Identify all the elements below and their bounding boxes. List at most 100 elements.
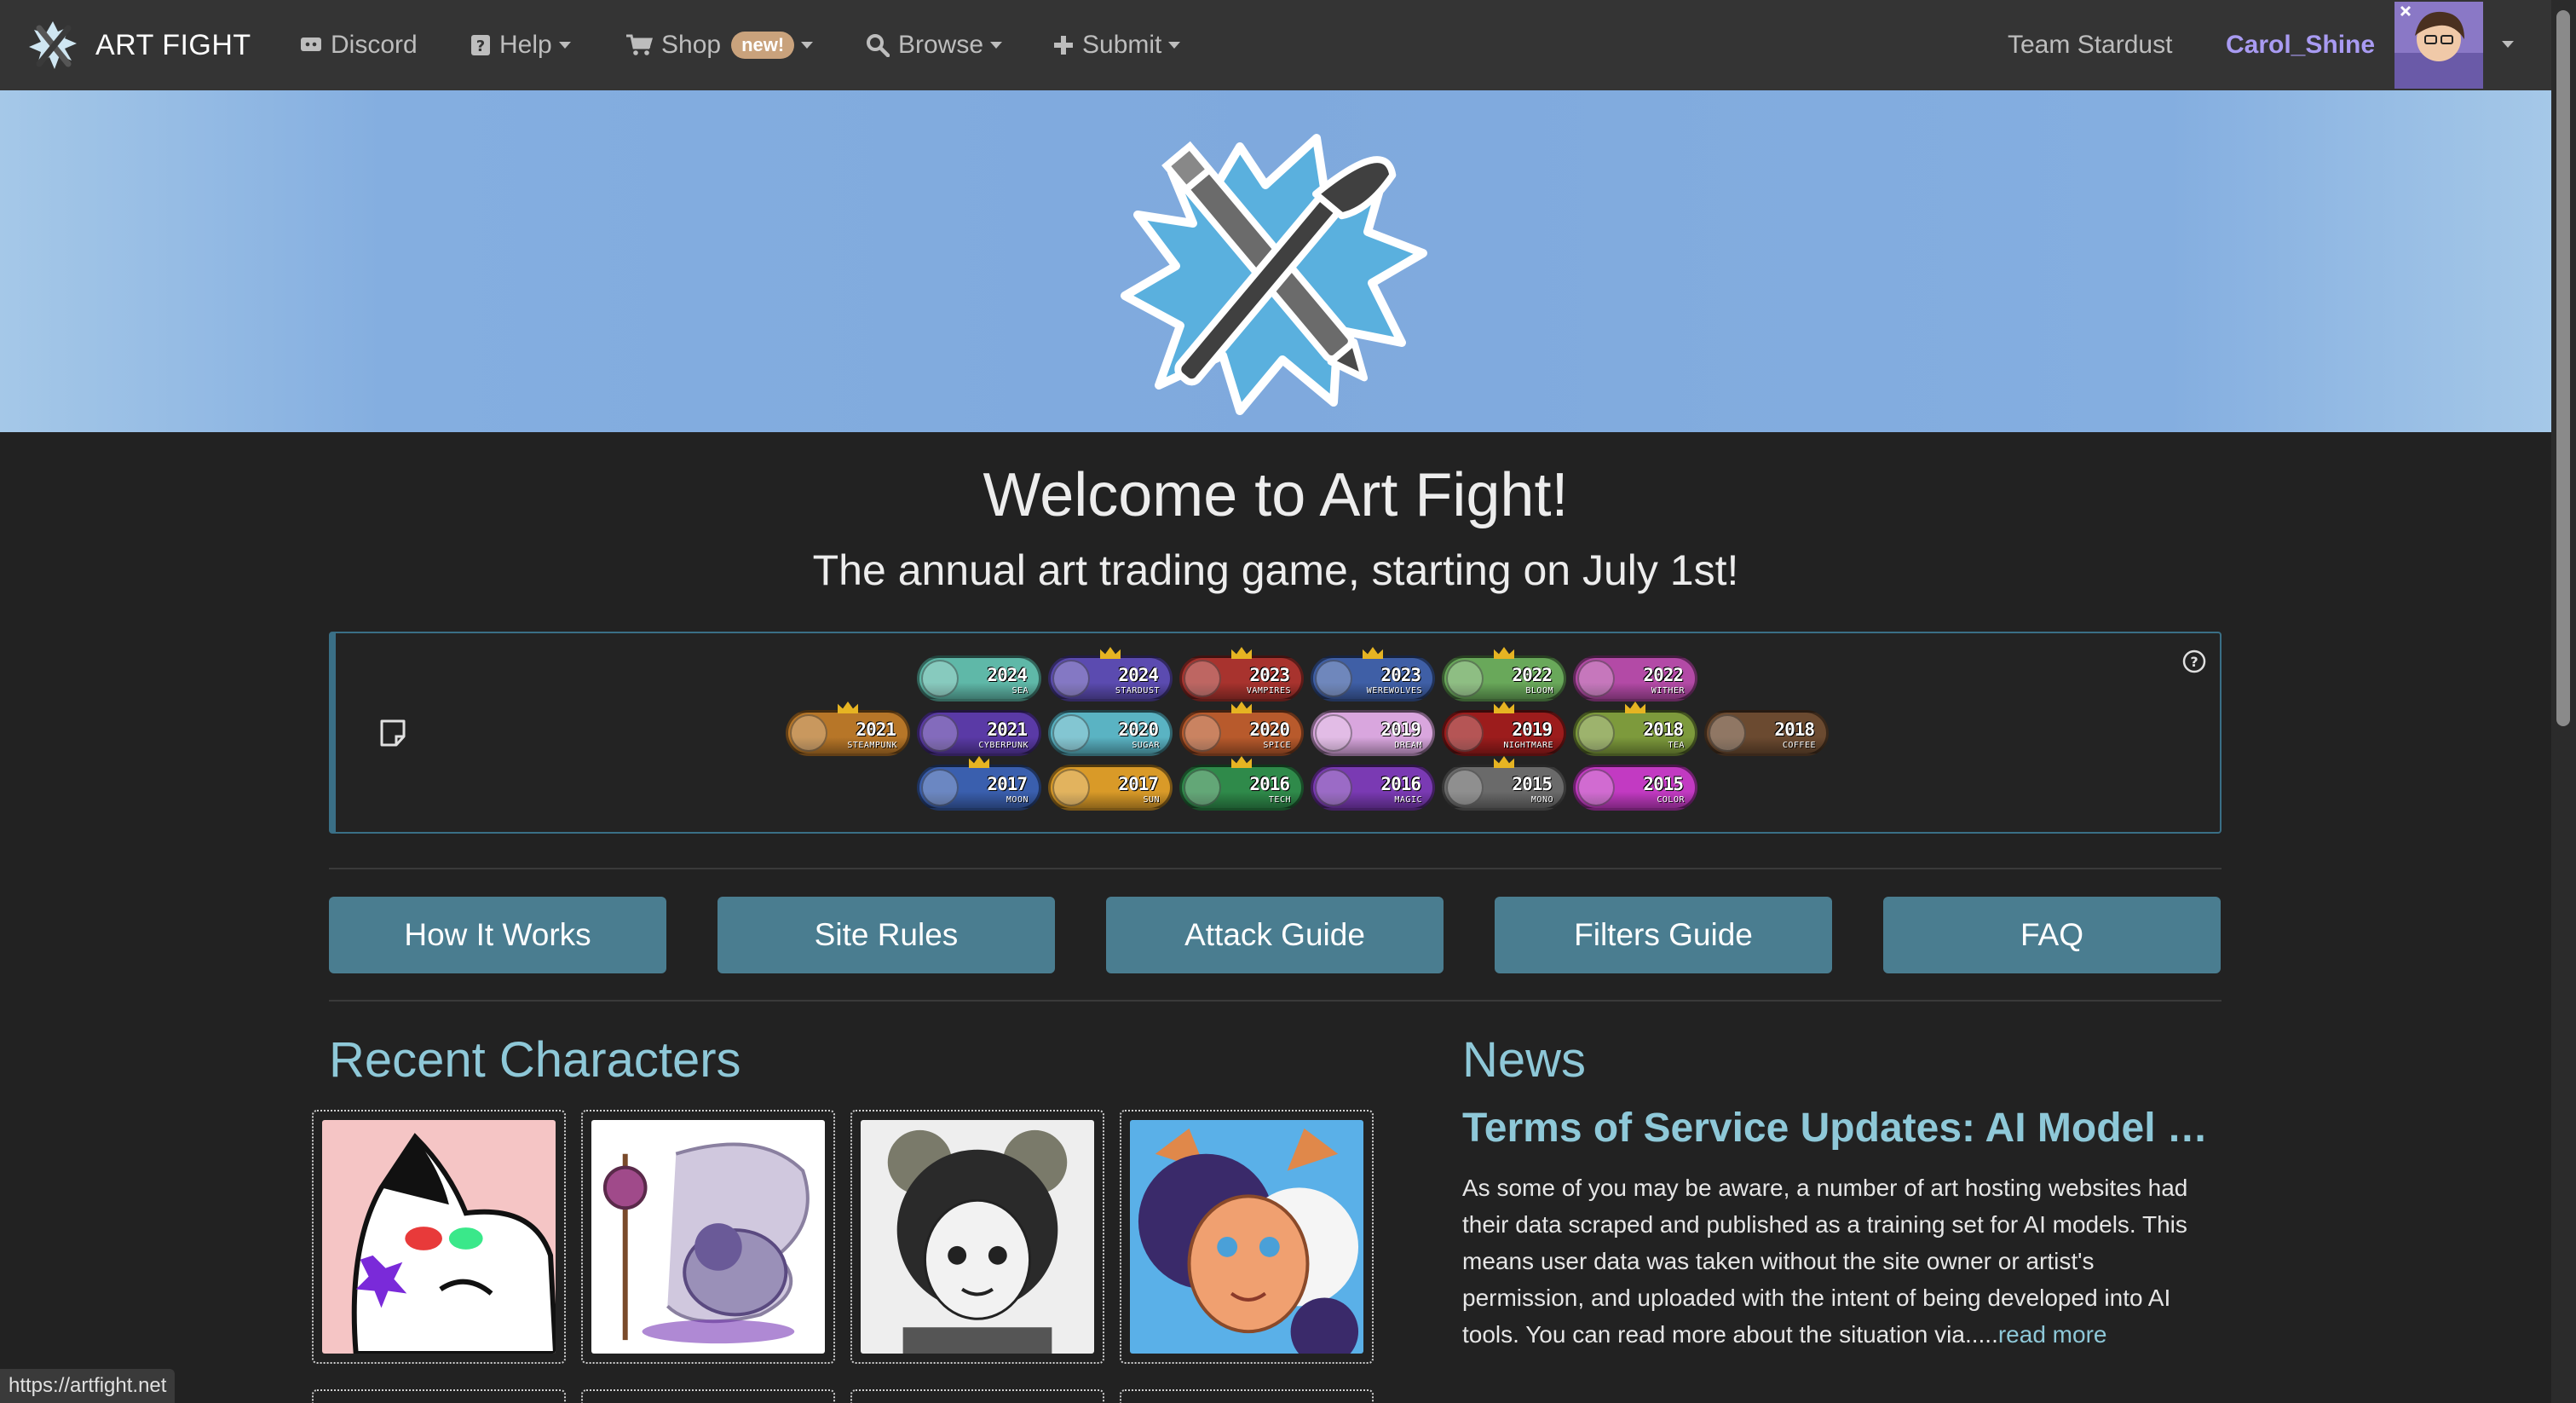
badge-team-name: Tech xyxy=(1268,795,1291,805)
badge-team-name: Vampires xyxy=(1246,686,1291,696)
badge-team-name: Magic xyxy=(1394,795,1422,805)
badge-year: 2017 xyxy=(1118,774,1159,794)
badge-team-name: Cyberpunk xyxy=(978,741,1029,750)
brand-name: ART FIGHT xyxy=(95,28,251,61)
nav-submit[interactable]: Submit xyxy=(1053,0,1181,90)
crown-icon xyxy=(1231,647,1252,659)
brand-link[interactable]: ART FIGHT xyxy=(26,18,251,72)
badge-row: 2021 Steampunk 2021 Cyberpunk 2020 Sugar 2020 S… xyxy=(786,702,1829,756)
badge-emblem-icon xyxy=(1577,769,1615,806)
username-link[interactable]: Carol_Shine xyxy=(2226,0,2375,90)
nav-help[interactable]: ? Help xyxy=(470,0,571,90)
attack-guide-button[interactable]: Attack Guide xyxy=(1106,897,1444,973)
badge-emblem-icon xyxy=(1184,769,1221,806)
badge-team-name: Moon xyxy=(1006,795,1029,805)
news-heading: News xyxy=(1462,1032,1587,1088)
badge-year: 2022 xyxy=(1643,665,1684,685)
crown-icon xyxy=(1363,647,1383,659)
event-badge[interactable]: 2015 Color xyxy=(1573,765,1697,811)
badge-emblem-icon xyxy=(1184,714,1221,752)
avatar[interactable] xyxy=(2394,2,2483,89)
character-card[interactable] xyxy=(581,1110,835,1364)
scrollbar-thumb[interactable] xyxy=(2556,10,2570,726)
badge-team-name: Bloom xyxy=(1525,686,1553,696)
event-badge[interactable]: 2016 Tech xyxy=(1179,756,1304,811)
character-card[interactable] xyxy=(581,1389,835,1403)
badge-year: 2019 xyxy=(1512,719,1553,740)
event-badge[interactable]: 2019 Dream xyxy=(1311,710,1435,756)
badge-emblem-icon xyxy=(1052,660,1090,697)
character-card[interactable] xyxy=(312,1389,566,1403)
nav-help-label: Help xyxy=(499,31,552,59)
badge-emblem-icon xyxy=(1184,660,1221,697)
how-it-works-button[interactable]: How It Works xyxy=(329,897,666,973)
event-badge[interactable]: 2018 Tea xyxy=(1573,702,1697,756)
badge-year: 2023 xyxy=(1380,665,1421,685)
event-badge[interactable]: 2020 Spice xyxy=(1179,702,1304,756)
badge-team-name: Werewolves xyxy=(1366,686,1422,696)
badge-team-name: Dream xyxy=(1394,741,1422,750)
nav-discord[interactable]: Discord xyxy=(300,0,418,90)
crown-icon xyxy=(1100,647,1121,659)
read-more-link[interactable]: read more xyxy=(1998,1321,2107,1348)
character-thumbnail xyxy=(861,1120,1094,1354)
character-card[interactable] xyxy=(850,1389,1104,1403)
badge-team-name: Tea xyxy=(1668,741,1685,750)
badge-team-name: Spice xyxy=(1263,741,1291,750)
character-card[interactable] xyxy=(850,1110,1104,1364)
site-rules-button[interactable]: Site Rules xyxy=(717,897,1055,973)
event-badge[interactable]: 2018 Coffee xyxy=(1704,710,1829,756)
character-card[interactable] xyxy=(1120,1389,1374,1403)
event-badge[interactable]: 2020 Sugar xyxy=(1048,710,1173,756)
event-badge[interactable]: 2023 Werewolves xyxy=(1311,647,1435,702)
badge-year: 2024 xyxy=(987,665,1028,685)
page-title: Welcome to Art Fight! xyxy=(983,461,1569,529)
art-fight-emblem-icon xyxy=(1121,134,1427,415)
crown-icon xyxy=(1231,756,1252,768)
chevron-down-icon xyxy=(1168,42,1181,49)
badge-team-name: Steampunk xyxy=(847,741,897,750)
event-badge[interactable]: 2021 Steampunk xyxy=(786,702,910,756)
news-post-title[interactable]: Terms of Service Updates: AI Model Tr... xyxy=(1462,1105,2212,1152)
event-badge[interactable]: 2022 Wither xyxy=(1573,655,1697,702)
event-badge[interactable]: 2021 Cyberpunk xyxy=(917,710,1041,756)
team-link[interactable]: Team Stardust xyxy=(2008,0,2172,90)
character-card[interactable] xyxy=(1120,1110,1374,1365)
event-badge[interactable]: 2022 Bloom xyxy=(1442,647,1566,702)
badge-emblem-icon xyxy=(921,769,959,806)
badge-emblem-icon xyxy=(790,714,827,752)
event-badge[interactable]: 2024 Stardust xyxy=(1048,647,1173,702)
event-badge[interactable]: 2019 Nightmare xyxy=(1442,702,1566,756)
new-badge: new! xyxy=(731,32,795,59)
news-post-body: As some of you may be aware, a number of… xyxy=(1462,1169,2212,1353)
user-menu-chevron-icon[interactable] xyxy=(2502,41,2514,48)
badge-emblem-icon xyxy=(921,714,959,752)
divider xyxy=(329,1000,2222,1002)
crown-icon xyxy=(838,702,858,713)
nav-browse[interactable]: Browse xyxy=(866,0,1003,90)
badge-team-name: Sea xyxy=(1011,686,1029,696)
badge-team-name: Sun xyxy=(1143,795,1160,805)
badge-year: 2021 xyxy=(987,719,1028,740)
event-badge[interactable]: 2017 Moon xyxy=(917,756,1041,811)
event-badge[interactable]: 2016 Magic xyxy=(1311,765,1435,811)
event-badge[interactable]: 2017 Sun xyxy=(1048,765,1173,811)
chevron-down-icon xyxy=(990,42,1003,49)
filters-guide-button[interactable]: Filters Guide xyxy=(1495,897,1832,973)
discord-icon xyxy=(300,36,322,55)
badge-emblem-icon xyxy=(1052,714,1090,752)
faq-button[interactable]: FAQ xyxy=(1883,897,2221,973)
badge-emblem-icon xyxy=(921,660,959,697)
event-badge[interactable]: 2023 Vampires xyxy=(1179,647,1304,702)
badge-year: 2017 xyxy=(987,774,1028,794)
art-fight-logo-icon xyxy=(29,21,77,69)
character-card[interactable] xyxy=(312,1110,566,1364)
event-badge[interactable]: 2024 Sea xyxy=(917,655,1041,702)
chevron-down-icon xyxy=(801,42,814,49)
event-badge[interactable]: 2015 Mono xyxy=(1442,756,1566,811)
badge-year: 2024 xyxy=(1118,665,1159,685)
nav-shop[interactable]: Shop new! xyxy=(625,0,814,90)
badge-row: 2017 Moon 2017 Sun 2016 Tech 2016 Magic 2015 Mono… xyxy=(917,756,1697,811)
page-scrollbar[interactable] xyxy=(2551,0,2576,1403)
badge-team-name: Color xyxy=(1657,795,1685,805)
